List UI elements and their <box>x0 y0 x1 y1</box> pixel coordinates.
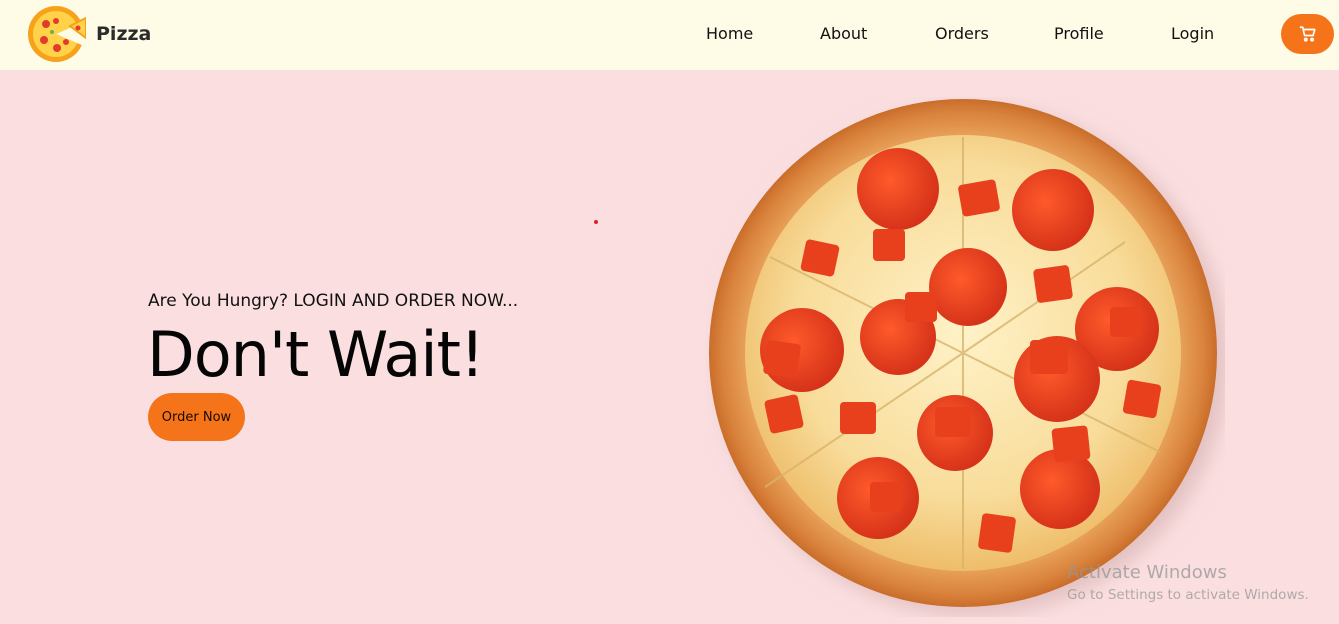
watermark-title: Activate Windows <box>1067 562 1227 583</box>
nav-login-link[interactable]: Login <box>1171 24 1214 43</box>
nav-home-link[interactable]: Home <box>706 24 753 43</box>
nav-orders-link[interactable]: Orders <box>935 24 989 43</box>
nav-about-link[interactable]: About <box>820 24 867 43</box>
cart-button[interactable] <box>1281 14 1334 54</box>
nav-profile-link[interactable]: Profile <box>1054 24 1104 43</box>
cart-icon <box>1299 26 1316 42</box>
order-now-button[interactable]: Order Now <box>148 393 245 441</box>
windows-activation-watermark: Activate Windows Go to Settings to activ… <box>1067 562 1309 603</box>
decorative-dot <box>594 220 598 224</box>
watermark-subtitle: Go to Settings to activate Windows. <box>1067 587 1309 603</box>
nav-links: Home About Orders Profile Login <box>0 0 1339 70</box>
navbar: Pizza Home About Orders Profile Login <box>0 0 1339 70</box>
pizza-image <box>709 99 1217 607</box>
hero-title: Don't Wait! <box>147 318 485 391</box>
hero-tagline: Are You Hungry? LOGIN AND ORDER NOW... <box>148 291 519 311</box>
